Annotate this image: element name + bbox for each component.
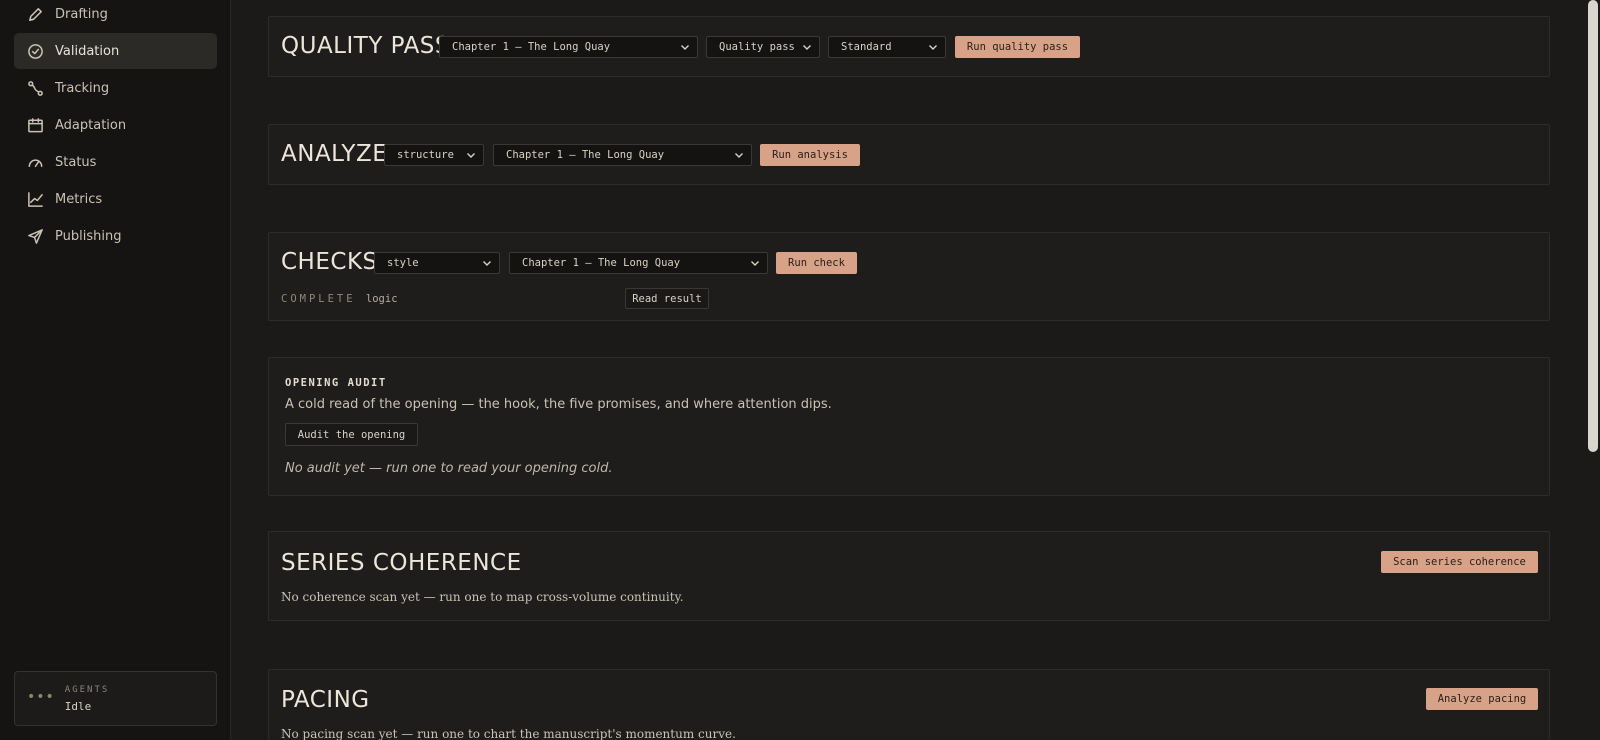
opening-audit-title: OPENING AUDIT xyxy=(285,377,387,389)
chevron-down-icon xyxy=(733,149,745,161)
check-result-status: COMPLETE xyxy=(281,293,356,305)
check-result-row: COMPLETE logic xyxy=(281,293,398,305)
agents-label: AGENTS xyxy=(64,684,110,695)
checks-title: CHECKS xyxy=(281,249,378,275)
sidebar-item-label: Publishing xyxy=(55,228,122,244)
analyze-pacing-button[interactable]: Analyze pacing xyxy=(1426,688,1538,710)
line-chart-icon xyxy=(26,190,44,208)
scrollbar-thumb[interactable] xyxy=(1588,0,1598,452)
checks-chapter-select-value: Chapter 1 — The Long Quay xyxy=(522,257,681,269)
send-icon xyxy=(26,227,44,245)
pacing-title: PACING xyxy=(281,687,370,713)
check-result-name: logic xyxy=(365,293,398,305)
more-dots-icon: ••• xyxy=(27,688,55,705)
analyze-chapter-select[interactable]: Chapter 1 — The Long Quay xyxy=(493,144,752,166)
checks-type-select[interactable]: style xyxy=(374,252,500,274)
sidebar-item-label: Status xyxy=(55,154,97,170)
opening-audit-description: A cold read of the opening — the hook, t… xyxy=(285,397,832,412)
chevron-down-icon xyxy=(679,41,691,53)
checks-chapter-select[interactable]: Chapter 1 — The Long Quay xyxy=(509,252,768,274)
analyze-panel: ANALYZE structure Chapter 1 — The Long Q… xyxy=(268,124,1550,185)
sidebar-item-status[interactable]: Status xyxy=(14,144,217,180)
opening-audit-panel: OPENING AUDIT A cold read of the opening… xyxy=(268,357,1550,496)
chevron-down-icon xyxy=(481,257,493,269)
sidebar-item-drafting[interactable]: Drafting xyxy=(14,0,217,32)
quality-chapter-select-value: Chapter 1 — The Long Quay xyxy=(452,41,611,53)
analyze-type-select-value: structure xyxy=(397,149,454,161)
quality-chapter-select[interactable]: Chapter 1 — The Long Quay xyxy=(439,36,698,58)
read-result-button[interactable]: Read result xyxy=(625,288,709,309)
opening-audit-empty: No audit yet — run one to read your open… xyxy=(285,461,613,476)
agents-value: Idle xyxy=(64,699,92,713)
sidebar-item-label: Adaptation xyxy=(55,117,127,133)
check-circle-icon xyxy=(26,42,44,60)
agents-info: AGENTS Idle xyxy=(65,685,110,713)
sidebar-item-label: Tracking xyxy=(55,80,110,96)
sidebar-item-adaptation[interactable]: Adaptation xyxy=(14,107,217,143)
pacing-panel: PACING Analyze pacing No pacing scan yet… xyxy=(268,669,1550,740)
series-coherence-empty: No coherence scan yet — run one to map c… xyxy=(281,590,684,604)
chevron-down-icon xyxy=(465,149,477,161)
sidebar-item-label: Metrics xyxy=(55,191,103,207)
chevron-down-icon xyxy=(801,41,813,53)
quality-level-select[interactable]: Standard xyxy=(828,36,946,58)
sidebar-item-metrics[interactable]: Metrics xyxy=(14,181,217,217)
analyze-chapter-select-value: Chapter 1 — The Long Quay xyxy=(506,149,665,161)
run-quality-pass-button[interactable]: Run quality pass xyxy=(955,36,1080,58)
quality-level-select-value: Standard xyxy=(841,41,892,53)
checks-type-select-value: style xyxy=(387,257,419,269)
series-coherence-title: SERIES COHERENCE xyxy=(281,550,522,576)
run-check-button[interactable]: Run check xyxy=(776,252,857,274)
quality-mode-select-value: Quality pass xyxy=(719,41,795,53)
quality-mode-select[interactable]: Quality pass xyxy=(706,36,820,58)
sidebar-item-publishing[interactable]: Publishing xyxy=(14,218,217,254)
sidebar: Drafting Validation Tracking Adaptation … xyxy=(0,0,231,740)
checks-panel: CHECKS style Chapter 1 — The Long Quay R… xyxy=(268,232,1550,321)
pacing-empty: No pacing scan yet — run one to chart th… xyxy=(281,727,736,740)
scan-series-coherence-button[interactable]: Scan series coherence xyxy=(1381,551,1538,573)
analyze-type-select[interactable]: structure xyxy=(384,144,484,166)
calendar-icon xyxy=(26,116,44,134)
chevron-down-icon xyxy=(749,257,761,269)
chevron-down-icon xyxy=(927,41,939,53)
run-analysis-button[interactable]: Run analysis xyxy=(760,144,860,166)
scrollbar-track[interactable] xyxy=(1586,0,1600,740)
sidebar-item-label: Validation xyxy=(55,43,120,59)
pencil-icon xyxy=(26,5,44,23)
sidebar-item-label: Drafting xyxy=(55,6,108,22)
analyze-title: ANALYZE xyxy=(281,141,388,167)
agents-status[interactable]: ••• AGENTS Idle xyxy=(14,671,217,726)
sidebar-item-validation[interactable]: Validation xyxy=(14,33,217,69)
route-icon xyxy=(26,79,44,97)
quality-pass-panel: QUALITY PASS Chapter 1 — The Long Quay Q… xyxy=(268,16,1550,77)
series-coherence-panel: SERIES COHERENCE Scan series coherence N… xyxy=(268,531,1550,621)
gauge-icon xyxy=(26,153,44,171)
quality-pass-title: QUALITY PASS xyxy=(281,33,451,59)
sidebar-item-tracking[interactable]: Tracking xyxy=(14,70,217,106)
audit-opening-button[interactable]: Audit the opening xyxy=(285,423,418,446)
